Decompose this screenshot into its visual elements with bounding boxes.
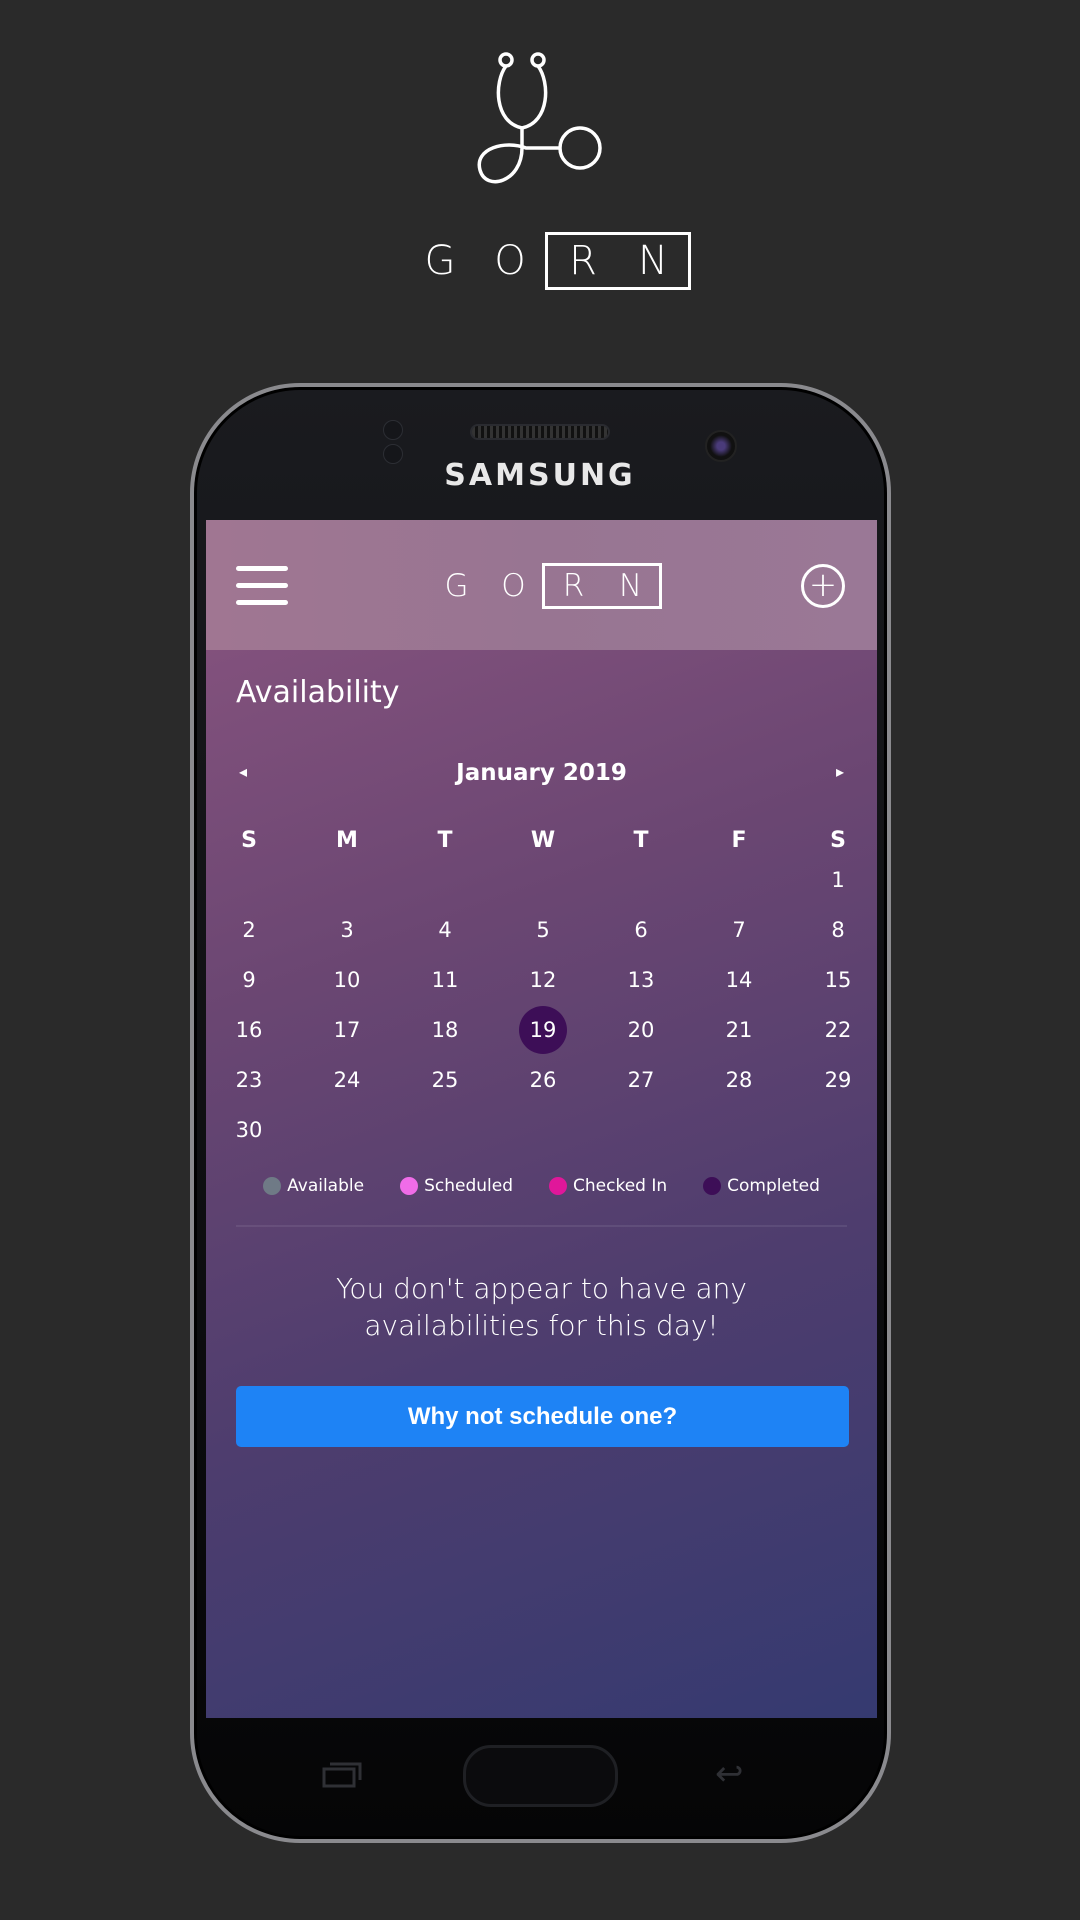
empty-state-line: availabilities for this day! [364, 1309, 719, 1342]
legend-dot-icon [549, 1177, 567, 1195]
calendar-day[interactable]: 5 [513, 918, 573, 942]
selected-day-marker: 19 [519, 1006, 567, 1054]
calendar-day[interactable]: 13 [611, 968, 671, 992]
wordmark-letter: G [424, 238, 456, 284]
weekday-label: T [437, 828, 453, 853]
calendar-day[interactable]: 21 [709, 1018, 769, 1042]
app-header: G O RN + [206, 520, 877, 650]
calendar-day[interactable]: 25 [415, 1068, 475, 1092]
brand-wordmark: G O RN [405, 232, 691, 290]
divider [236, 1225, 847, 1227]
legend-item: Available [263, 1176, 364, 1196]
legend-dot-icon [400, 1177, 419, 1195]
empty-state-line: You don't appear to have any [336, 1272, 747, 1305]
calendar-day[interactable]: 10 [317, 968, 377, 992]
phone-speaker [470, 424, 610, 440]
calendar-day[interactable]: 14 [709, 968, 769, 992]
legend-item: Checked In [549, 1176, 667, 1196]
month-label: January 2019 [456, 760, 627, 786]
empty-state-message: You don't appear to have any availabilit… [206, 1270, 877, 1344]
calendar-day[interactable]: 3 [317, 918, 377, 942]
legend-label: Scheduled [424, 1176, 513, 1196]
calendar-day[interactable]: 20 [611, 1018, 671, 1042]
stethoscope-icon [477, 52, 602, 184]
hamburger-icon[interactable] [236, 566, 288, 606]
calendar-day[interactable]: 26 [513, 1068, 573, 1092]
calendar-day[interactable]: 22 [808, 1018, 868, 1042]
calendar-day[interactable]: 29 [808, 1068, 868, 1092]
weekday-label: S [830, 828, 846, 853]
legend: Available Scheduled Checked In Completed [206, 1176, 877, 1196]
calendar-day[interactable]: 4 [415, 918, 475, 942]
logo-letter: R [562, 568, 585, 604]
calendar-day[interactable]: 9 [219, 968, 279, 992]
back-icon[interactable]: ↩ [715, 1754, 744, 1794]
legend-label: Checked In [573, 1176, 668, 1196]
weekday-label: W [530, 828, 556, 853]
legend-dot-icon [703, 1177, 722, 1195]
page-title: Availability [236, 675, 400, 710]
calendar-day[interactable]: 17 [317, 1018, 377, 1042]
legend-item: Scheduled [400, 1176, 513, 1196]
legend-label: Completed [727, 1176, 820, 1196]
next-month-icon[interactable]: ▸ [836, 762, 844, 781]
logo-letter: O [501, 568, 526, 604]
calendar-day[interactable]: 16 [219, 1018, 279, 1042]
device-brand: SAMSUNG [444, 458, 636, 493]
weekday-label: S [241, 828, 257, 853]
weekday-label: M [336, 828, 358, 853]
header-logo: G O RN [428, 563, 662, 609]
calendar-day[interactable]: 6 [611, 918, 671, 942]
calendar-day[interactable]: 18 [415, 1018, 475, 1042]
calendar-day[interactable]: 11 [415, 968, 475, 992]
plus-circle-icon[interactable]: + [801, 564, 845, 608]
calendar-day[interactable]: 24 [317, 1068, 377, 1092]
calendar-day[interactable]: 27 [611, 1068, 671, 1092]
legend-dot-icon [263, 1177, 282, 1195]
phone-sensors [383, 420, 427, 464]
calendar-day[interactable]: 7 [709, 918, 769, 942]
calendar-day-selected[interactable]: 19 [513, 1006, 573, 1054]
wordmark-letter: N [638, 238, 668, 284]
wordmark-letter: O [494, 238, 526, 284]
weekday-label: T [633, 828, 649, 853]
calendar-day[interactable]: 30 [219, 1118, 279, 1142]
calendar-day[interactable]: 8 [808, 918, 868, 942]
calendar-day[interactable]: 2 [219, 918, 279, 942]
legend-label: Available [287, 1176, 365, 1196]
calendar-day[interactable]: 15 [808, 968, 868, 992]
app-screen: G O RN + Availability ◂ January 2019 ▸ S… [206, 520, 877, 1718]
recent-apps-icon[interactable] [322, 1760, 362, 1788]
calendar-day[interactable]: 12 [513, 968, 573, 992]
logo-letter: G [444, 568, 469, 604]
calendar-day[interactable]: 1 [808, 868, 868, 892]
home-button[interactable] [463, 1745, 618, 1807]
camera-icon [705, 430, 737, 462]
wordmark-letter: R [569, 238, 597, 284]
schedule-button[interactable]: Why not schedule one? [236, 1386, 849, 1447]
calendar-day[interactable]: 23 [219, 1068, 279, 1092]
logo-letter: N [618, 568, 643, 604]
legend-item: Completed [703, 1176, 820, 1196]
calendar-day[interactable]: 28 [709, 1068, 769, 1092]
weekday-label: F [731, 828, 747, 853]
